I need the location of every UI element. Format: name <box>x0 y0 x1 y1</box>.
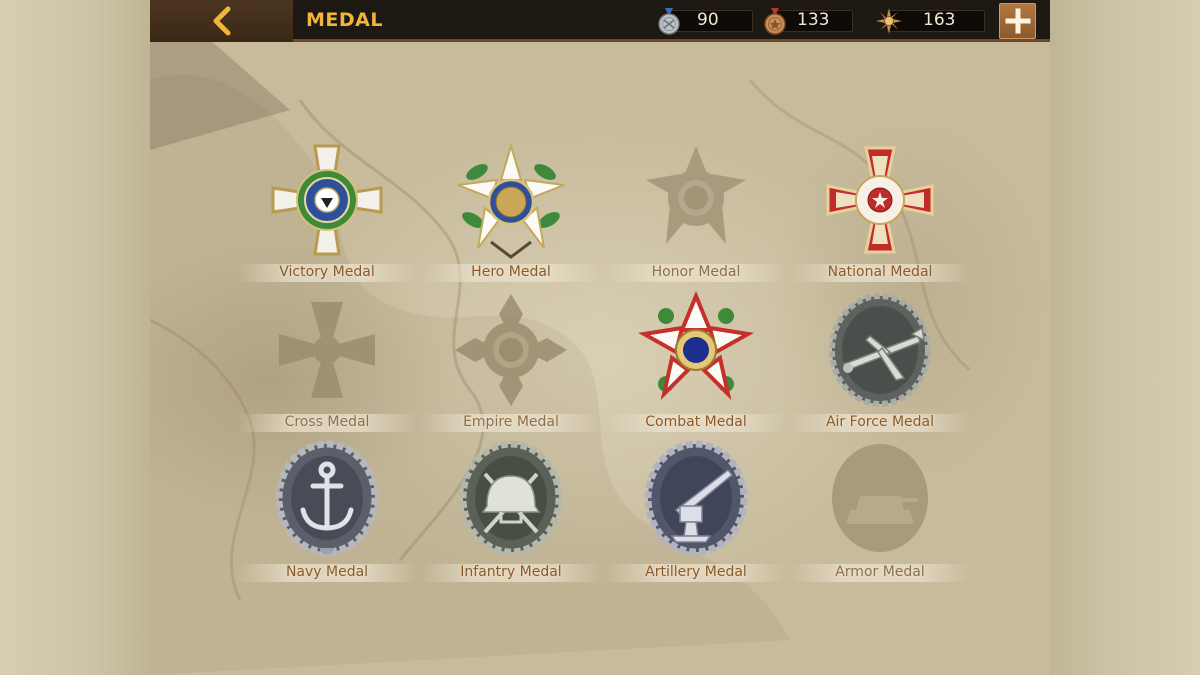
medal-infantry[interactable]: Infantry Medal <box>416 440 606 590</box>
medal-national[interactable]: National Medal <box>785 140 975 290</box>
artillery-medal-icon <box>644 440 748 556</box>
medal-navy[interactable]: Navy Medal <box>232 440 422 590</box>
star-badge-icon <box>876 8 902 34</box>
silver-medal-icon <box>658 8 680 35</box>
air-force-medal-icon <box>829 293 931 407</box>
medal-hero[interactable]: Hero Medal <box>416 140 606 290</box>
honor-medal-locked-icon <box>646 146 746 244</box>
left-background <box>0 0 150 675</box>
bronze-medal-count: 133 <box>797 10 830 30</box>
medal-combat[interactable]: Combat Medal <box>601 290 791 440</box>
medal-honor[interactable]: Honor Medal <box>601 140 791 290</box>
medal-air-force[interactable]: Air Force Medal <box>785 290 975 440</box>
infantry-medal-icon <box>459 440 563 556</box>
medal-label: Artillery Medal <box>645 564 747 580</box>
victory-medal-icon <box>271 144 383 256</box>
medal-victory[interactable]: Victory Medal <box>232 140 422 290</box>
page-title: MEDAL <box>306 9 383 31</box>
currency-star-badge: 163 <box>875 8 985 34</box>
medal-label: Victory Medal <box>279 264 375 280</box>
top-bar: MEDAL 90 133 163 <box>150 0 1050 42</box>
add-currency-button[interactable] <box>999 3 1036 39</box>
medal-armor[interactable]: Armor Medal <box>785 440 975 590</box>
game-screen: MEDAL 90 133 163 Victory Medal Hero Meda… <box>150 0 1050 675</box>
medal-label: Cross Medal <box>284 414 370 430</box>
back-button[interactable] <box>150 0 293 42</box>
hero-medal-icon <box>457 142 565 259</box>
medal-label: Empire Medal <box>463 414 559 430</box>
silver-medal-count: 90 <box>697 10 719 30</box>
medal-empire[interactable]: Empire Medal <box>416 290 606 440</box>
currency-silver-medal: 90 <box>655 8 753 35</box>
armor-medal-locked-icon <box>832 444 928 552</box>
bronze-medal-icon <box>764 8 786 35</box>
medal-label: Infantry Medal <box>460 564 562 580</box>
empire-medal-locked-icon <box>455 294 567 406</box>
plus-icon <box>1005 8 1030 34</box>
chevron-left-icon <box>213 6 230 36</box>
medal-label: Combat Medal <box>645 414 747 430</box>
navy-medal-icon <box>275 440 379 556</box>
cross-medal-locked-icon <box>279 302 375 398</box>
combat-medal-icon <box>638 290 754 401</box>
medal-label: Air Force Medal <box>825 414 935 430</box>
medal-label: National Medal <box>827 264 933 280</box>
medal-artillery[interactable]: Artillery Medal <box>601 440 791 590</box>
medal-label: Armor Medal <box>835 564 925 580</box>
medal-label: Hero Medal <box>471 264 551 280</box>
medal-label: Navy Medal <box>285 564 369 580</box>
currency-bronze-medal: 133 <box>761 8 853 35</box>
star-badge-count: 163 <box>923 10 956 30</box>
medal-label: Honor Medal <box>651 264 741 280</box>
right-background <box>1050 0 1200 675</box>
medal-cross[interactable]: Cross Medal <box>232 290 422 440</box>
national-medal-icon <box>826 146 934 254</box>
